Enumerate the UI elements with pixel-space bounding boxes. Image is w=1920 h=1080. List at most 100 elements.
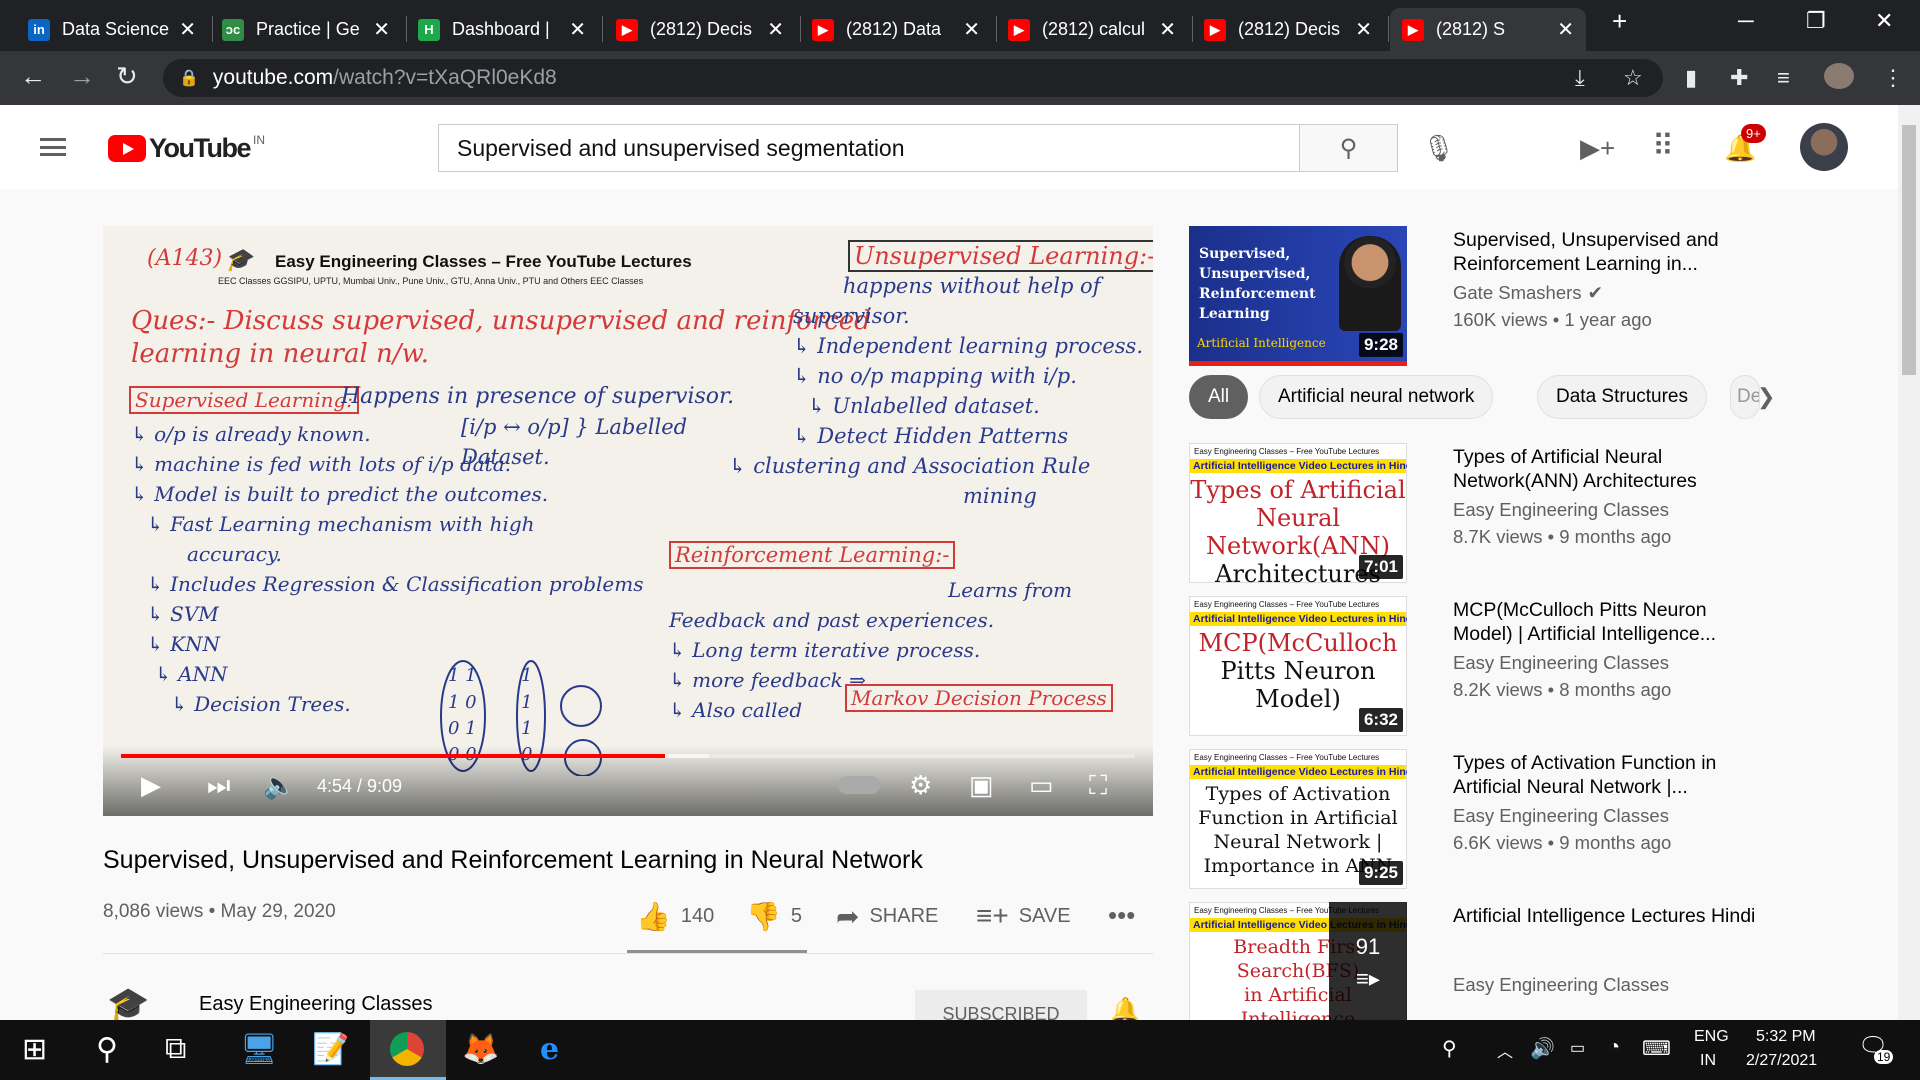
page-scrollbar[interactable]	[1898, 105, 1920, 1020]
more-actions-icon[interactable]: •••	[1108, 900, 1135, 931]
filter-chip[interactable]: Dek	[1730, 375, 1760, 419]
recommended-channel[interactable]: Easy Engineering Classes	[1453, 974, 1669, 996]
battery-icon[interactable]: ▭	[1570, 1038, 1585, 1058]
video-thumbnail[interactable]: Easy Engineering Classes – Free YouTube …	[1189, 596, 1407, 736]
filter-chip[interactable]: Data Structures	[1537, 375, 1707, 419]
share-button[interactable]: ➦ SHARE	[836, 900, 938, 933]
voice-search-icon[interactable]: 🎙	[1422, 133, 1455, 164]
search-taskbar-icon[interactable]: ⚲	[96, 1032, 118, 1067]
language-region[interactable]: IN	[1700, 1052, 1716, 1070]
save-button[interactable]: ≡+ SAVE	[976, 900, 1071, 932]
extensions-puzzle-icon[interactable]: ✚	[1730, 65, 1748, 91]
people-icon[interactable]: ⚲	[1442, 1036, 1457, 1061]
browser-tab[interactable]: ▶ (2812) Data ✕	[800, 8, 992, 51]
browser-tab[interactable]: ↄc Practice | Ge ✕	[210, 8, 402, 51]
edge-icon[interactable]: e	[540, 1032, 559, 1067]
forward-icon[interactable]: →	[69, 61, 95, 92]
speaker-icon[interactable]: 🔊	[1530, 1036, 1555, 1061]
recommended-video-title[interactable]: Supervised, Unsupervised and Reinforceme…	[1453, 228, 1763, 276]
svg-text:1: 1	[521, 665, 532, 686]
bookmark-star-icon[interactable]: ☆	[1623, 65, 1643, 91]
language-code[interactable]: ENG	[1694, 1028, 1729, 1046]
browser-tab[interactable]: in Data Science ✕	[16, 8, 208, 51]
tab-close-icon[interactable]: ✕	[767, 17, 784, 42]
channel-logo[interactable]: 🎓	[107, 985, 163, 1025]
chips-next-icon[interactable]: ❯	[1757, 384, 1775, 410]
reload-icon[interactable]: ↻	[116, 61, 138, 92]
wifi-icon[interactable]: ◔	[1608, 1036, 1620, 1059]
play-icon[interactable]: ▶	[141, 770, 161, 801]
chrome-taskbar-button[interactable]	[370, 1020, 446, 1080]
notepad-icon[interactable]: 📝	[312, 1032, 349, 1067]
recommended-video-title[interactable]: Types of Artificial Neural Network(ANN) …	[1453, 445, 1763, 493]
progress-bar[interactable]	[121, 754, 1135, 758]
close-window-icon[interactable]: ✕	[1875, 8, 1893, 34]
minimize-icon[interactable]: ─	[1738, 8, 1754, 34]
search-button[interactable]: ⚲	[1300, 124, 1398, 172]
new-tab-button[interactable]: +	[1612, 6, 1627, 37]
recommended-channel[interactable]: Gate Smashers ✔	[1453, 282, 1603, 304]
keyboard-icon[interactable]: ⌨	[1642, 1036, 1671, 1061]
search-input[interactable]: Supervised and unsupervised segmentation	[438, 124, 1300, 172]
like-button[interactable]: 👍 140	[636, 900, 714, 933]
autoplay-toggle[interactable]	[838, 776, 880, 794]
chrome-menu-icon[interactable]: ⋮	[1882, 65, 1904, 91]
volume-icon[interactable]: 🔈	[263, 770, 295, 801]
scrollbar-thumb[interactable]	[1902, 125, 1916, 375]
youtube-logo[interactable]: YouTube IN	[108, 133, 265, 164]
tray-expand-icon[interactable]: ︿	[1497, 1038, 1513, 1062]
apps-grid-icon[interactable]: ⠿	[1652, 129, 1674, 164]
channel-name[interactable]: Easy Engineering Classes	[199, 993, 432, 1016]
video-player[interactable]: (A143) 🎓 Easy Engineering Classes – Free…	[103, 226, 1153, 816]
back-icon[interactable]: ←	[20, 61, 46, 92]
profile-avatar-icon[interactable]	[1824, 63, 1854, 89]
browser-tab[interactable]: ▶ (2812) S ✕	[1390, 8, 1586, 51]
menu-icon[interactable]	[40, 138, 66, 156]
windows-start-icon[interactable]: ⊞	[22, 1032, 47, 1067]
task-view-icon[interactable]: ⧉	[165, 1032, 186, 1066]
dislike-button[interactable]: 👎 5	[746, 900, 802, 933]
filter-chip[interactable]: All	[1189, 375, 1249, 419]
address-bar[interactable]: 🔒 youtube.com /watch?v=tXaQRl0eKd8	[163, 59, 1663, 97]
tab-close-icon[interactable]: ✕	[963, 17, 980, 42]
video-thumbnail[interactable]: Supervised, Unsupervised, Reinforcement Lea…	[1189, 226, 1407, 366]
tab-close-icon[interactable]: ✕	[179, 17, 196, 42]
account-avatar[interactable]	[1800, 123, 1848, 171]
browser-tab[interactable]: ▶ (2812) calcul ✕	[996, 8, 1188, 51]
restore-icon[interactable]: ❐	[1806, 8, 1826, 34]
tab-close-icon[interactable]: ✕	[1355, 17, 1372, 42]
clock-date[interactable]: 2/27/2021	[1746, 1052, 1817, 1070]
fullscreen-icon[interactable]: ⛶	[1089, 770, 1107, 802]
miniplayer-icon[interactable]: ▣	[969, 770, 994, 801]
browser-tab[interactable]: ▶ (2812) Decis ✕	[1192, 8, 1384, 51]
browser-tab[interactable]: H Dashboard | ✕	[406, 8, 598, 51]
duration-badge: 7:01	[1358, 555, 1403, 579]
media-control-icon[interactable]: ≡	[1777, 65, 1790, 91]
settings-gear-icon[interactable]: ⚙	[909, 770, 932, 801]
firefox-icon[interactable]: 🦊	[462, 1032, 499, 1067]
recommended-channel[interactable]: Easy Engineering Classes	[1453, 805, 1669, 827]
video-thumbnail[interactable]: Easy Engineering Classes – Free YouTube …	[1189, 443, 1407, 583]
recommended-video-title[interactable]: Artificial Intelligence Lectures Hindi	[1453, 904, 1763, 928]
video-thumbnail[interactable]: Easy Engineering Classes – Free YouTube …	[1189, 749, 1407, 889]
browser-tab[interactable]: ▶ (2812) Decis ✕	[604, 8, 796, 51]
tab-close-icon[interactable]: ✕	[569, 17, 586, 42]
install-app-icon[interactable]: ⤓	[1575, 65, 1585, 91]
recommended-channel[interactable]: Easy Engineering Classes	[1453, 652, 1669, 674]
extension-icon[interactable]: ▮	[1685, 65, 1697, 91]
tab-close-icon[interactable]: ✕	[1159, 17, 1176, 42]
playlist-add-icon: ≡+	[976, 900, 1009, 931]
theater-mode-icon[interactable]: ▭	[1029, 770, 1054, 801]
recommended-video-title[interactable]: MCP(McCulloch Pitts Neuron Model) | Arti…	[1453, 598, 1763, 646]
filter-chip[interactable]: Artificial neural network	[1259, 375, 1494, 419]
tab-close-icon[interactable]: ✕	[1557, 17, 1574, 42]
tab-close-icon[interactable]: ✕	[373, 17, 390, 42]
create-video-icon[interactable]: ▶+	[1580, 133, 1615, 164]
thumbnail-text: Supervised,	[1199, 246, 1291, 262]
next-video-icon[interactable]: ⏭	[207, 770, 230, 802]
pc-icon[interactable]: 🖥	[240, 1032, 278, 1067]
recommended-channel[interactable]: Easy Engineering Classes	[1453, 499, 1669, 521]
clock-time[interactable]: 5:32 PM	[1756, 1028, 1816, 1046]
recommended-video-title[interactable]: Types of Activation Function in Artifici…	[1453, 751, 1763, 799]
board-header: Easy Engineering Classes – Free YouTube …	[275, 252, 692, 271]
